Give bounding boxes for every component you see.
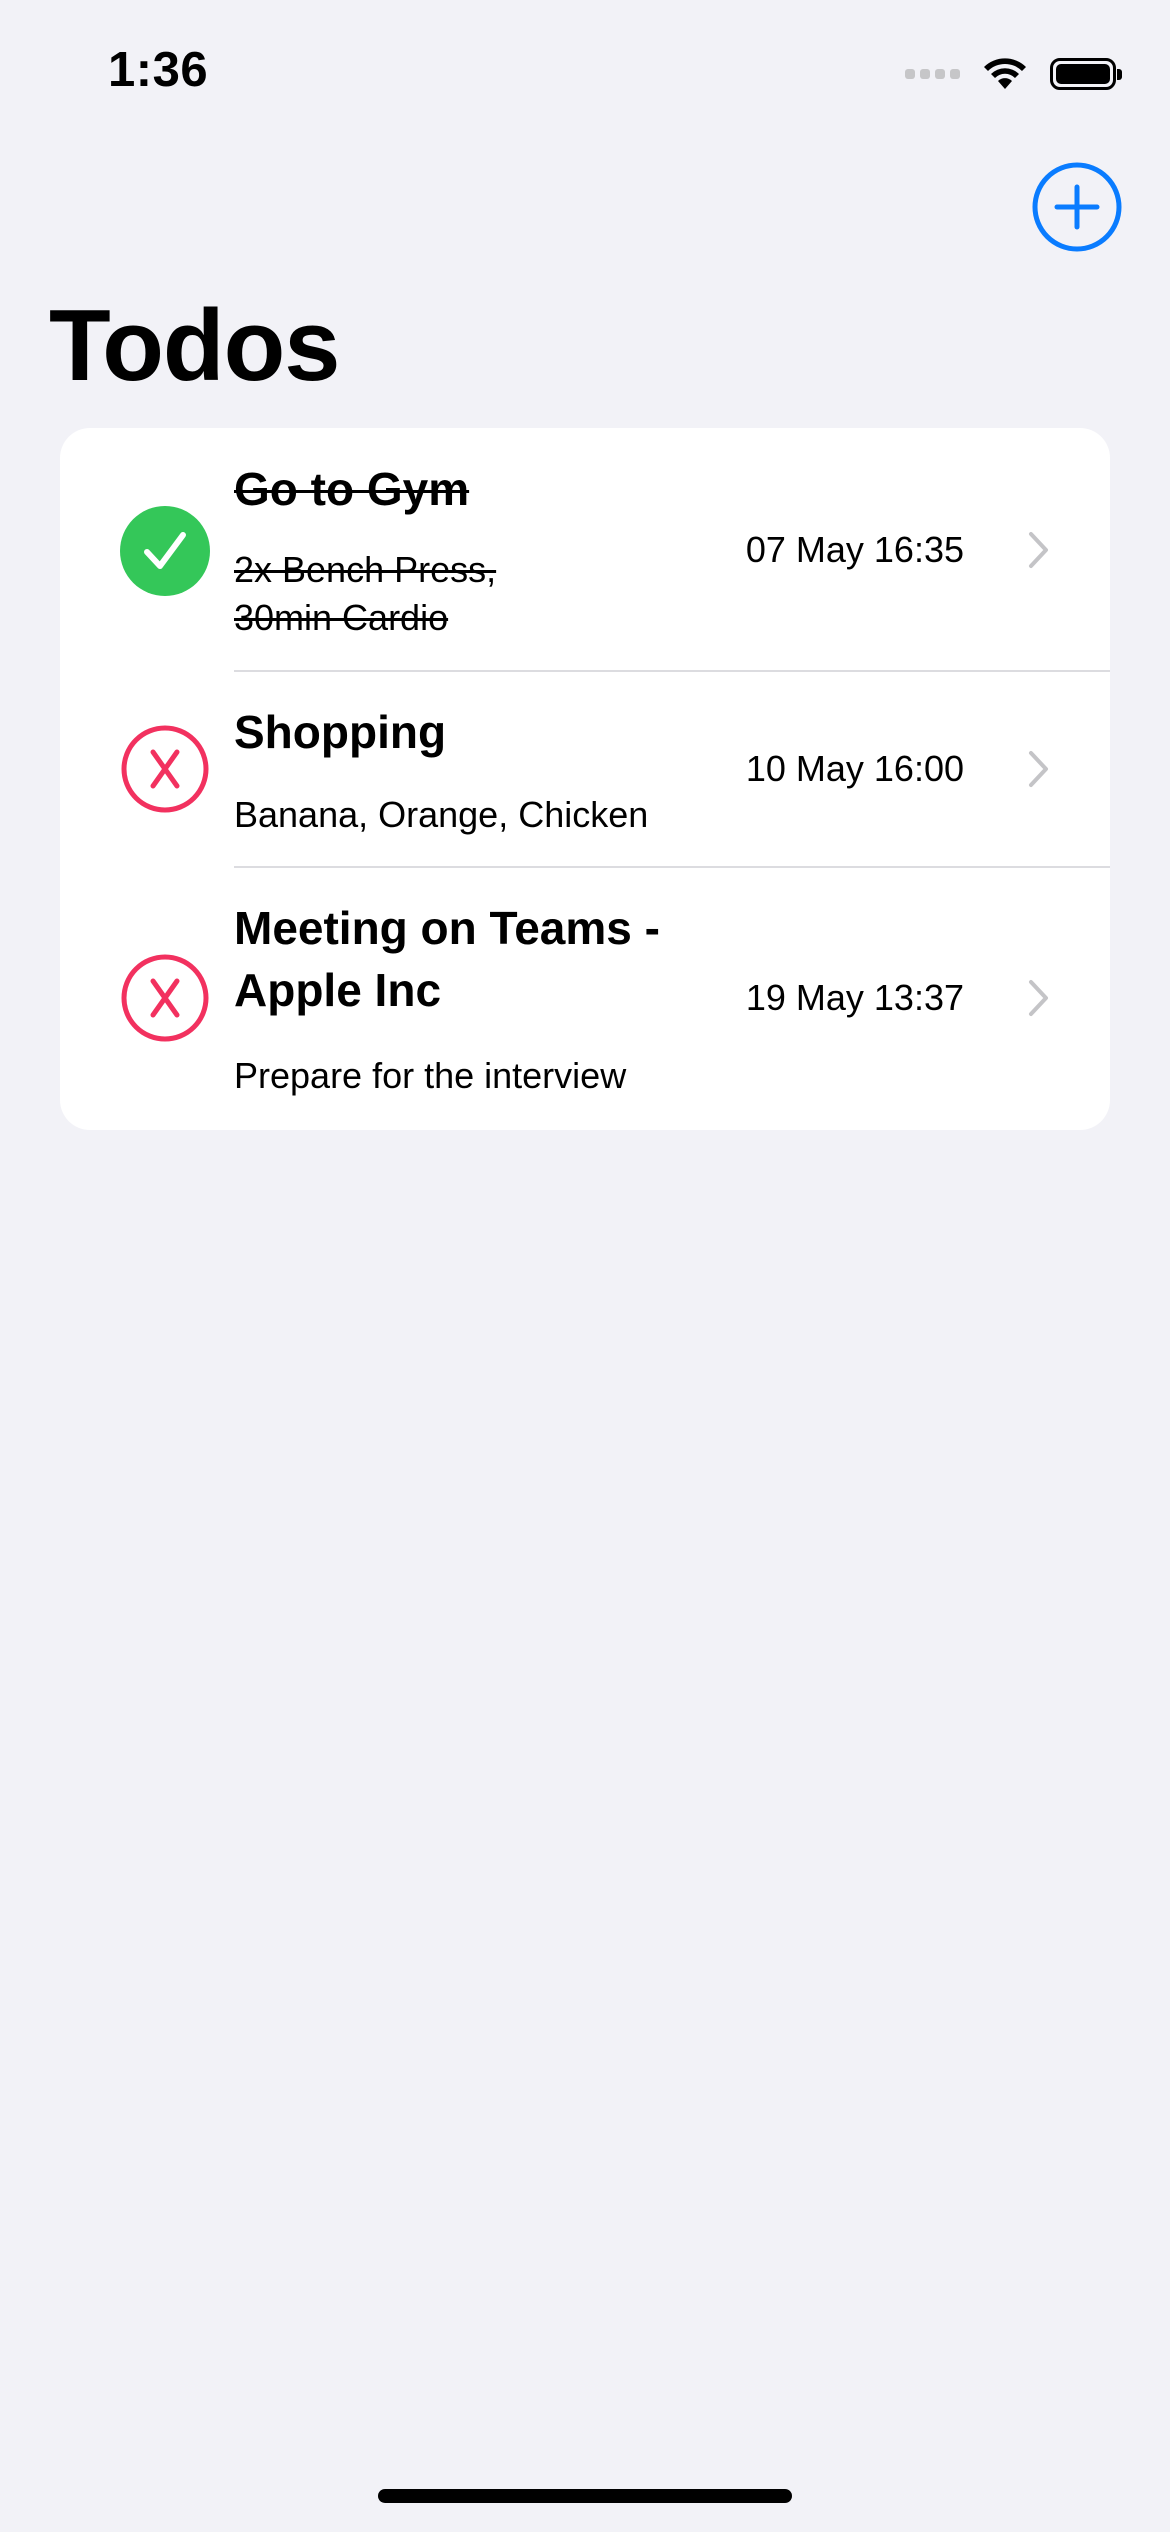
- todo-description: Prepare for the interview: [234, 1055, 627, 1096]
- page-title: Todos: [49, 290, 340, 402]
- chevron-right-icon: [1029, 980, 1048, 1016]
- todo-row[interactable]: Shopping Banana, Orange, Chicken 10 May …: [60, 671, 1110, 867]
- status-bar: 1:36: [0, 0, 1170, 150]
- chevron-right-icon: [1029, 532, 1048, 568]
- chevron-right-icon: [1029, 751, 1048, 787]
- home-indicator[interactable]: [378, 2489, 792, 2503]
- todo-description: Banana, Orange, Chicken: [234, 794, 649, 835]
- add-todo-button[interactable]: [1031, 161, 1123, 253]
- x-circle-icon[interactable]: [120, 953, 210, 1043]
- todo-title: Shopping: [234, 706, 447, 758]
- status-indicators: [905, 52, 1122, 96]
- battery-icon: [1050, 58, 1122, 90]
- todo-title: Go to Gym: [234, 463, 470, 515]
- cellular-signal-icon: [905, 69, 960, 79]
- checkmark-circle-icon[interactable]: [120, 506, 210, 596]
- todo-row[interactable]: Meeting on Teams - Apple Inc Prepare for…: [60, 867, 1110, 1130]
- todo-row[interactable]: Go to Gym 2x Bench Press, 30min Cardio 0…: [60, 428, 1110, 671]
- status-time: 1:36: [108, 43, 209, 97]
- todo-date: 07 May 16:35: [745, 529, 964, 570]
- x-circle-icon[interactable]: [120, 724, 210, 814]
- todo-list: Go to Gym 2x Bench Press, 30min Cardio 0…: [60, 428, 1110, 1130]
- todo-date: 10 May 16:00: [745, 748, 964, 789]
- todo-title: Meeting on Teams - Apple Inc: [234, 902, 660, 1016]
- wifi-icon: [984, 58, 1026, 89]
- todo-description: 2x Bench Press, 30min Cardio: [234, 549, 497, 638]
- todo-date: 19 May 13:37: [745, 977, 964, 1018]
